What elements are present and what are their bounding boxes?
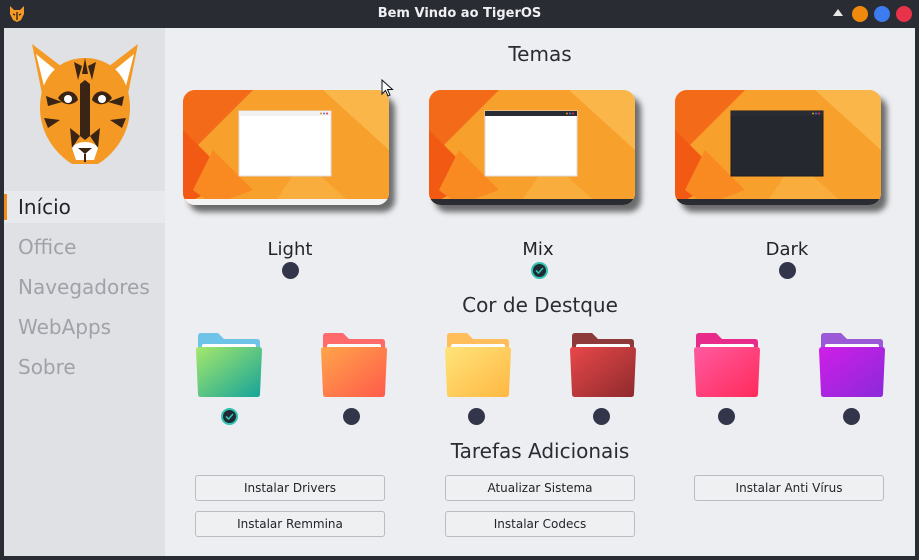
accent-radio-green[interactable] [221,408,238,425]
mouse-cursor-icon [381,79,394,97]
sidebar-item-label: WebApps [18,315,112,339]
window-title: Bem Vindo ao TigerOS [377,6,542,21]
theme-label-dark: Dark [765,239,809,260]
theme-preview-light[interactable] [183,90,389,205]
theme-label-light: Light [267,239,313,260]
accent-radio-yellow[interactable] [468,408,485,425]
install-antivirus-button[interactable]: Instalar Anti Vírus [694,475,884,501]
folder-green-icon[interactable] [196,332,262,398]
maximize-button[interactable] [874,6,890,22]
sidebar-item-label: Office [18,235,77,259]
tasks-section-title: Tarefas Adicionais [450,439,630,463]
client-area: Início Office Navegadores WebApps Sobre … [4,28,915,556]
check-icon [535,267,544,275]
accent-radio-pink[interactable] [718,408,735,425]
folder-yellow-icon[interactable] [445,332,511,398]
install-drivers-button[interactable]: Instalar Drivers [195,475,385,501]
sidebar-item-inicio[interactable]: Início [4,191,165,223]
accent-section-title: Cor de Destque [462,293,618,317]
folder-pink-icon[interactable] [694,332,760,398]
accent-radio-purple[interactable] [843,408,860,425]
tiger-logo [32,44,138,164]
install-codecs-button[interactable]: Instalar Codecs [445,511,635,537]
folder-orange-icon[interactable] [321,332,387,398]
theme-radio-dark[interactable] [779,262,796,279]
accent-radio-orange[interactable] [343,408,360,425]
accent-radio-red[interactable] [593,408,610,425]
minimize-button[interactable] [852,6,868,22]
sidebar-item-webapps[interactable]: WebApps [4,311,165,343]
sidebar-item-label: Início [18,195,71,219]
sidebar: Início Office Navegadores WebApps Sobre [4,28,165,556]
sidebar-item-navegadores[interactable]: Navegadores [4,271,165,303]
themes-section-title: Temas [508,42,572,66]
collapse-arrow-icon[interactable] [833,9,843,16]
install-remmina-button[interactable]: Instalar Remmina [195,511,385,537]
title-bar[interactable]: Bem Vindo ao TigerOS [0,0,919,28]
app-window: Bem Vindo ao TigerOS Início Office Naveg… [0,0,919,560]
check-icon [225,413,234,421]
theme-preview-dark[interactable] [675,90,881,205]
sidebar-item-label: Navegadores [18,275,150,299]
folder-red-icon[interactable] [570,332,636,398]
close-button[interactable] [896,6,912,22]
theme-radio-light[interactable] [282,262,299,279]
sidebar-item-label: Sobre [18,355,76,379]
folder-purple-icon[interactable] [819,332,885,398]
update-system-button[interactable]: Atualizar Sistema [445,475,635,501]
theme-label-mix: Mix [522,239,554,260]
sidebar-item-sobre[interactable]: Sobre [4,351,165,383]
theme-preview-mix[interactable] [429,90,635,205]
theme-radio-mix[interactable] [531,262,548,279]
sidebar-item-office[interactable]: Office [4,231,165,263]
